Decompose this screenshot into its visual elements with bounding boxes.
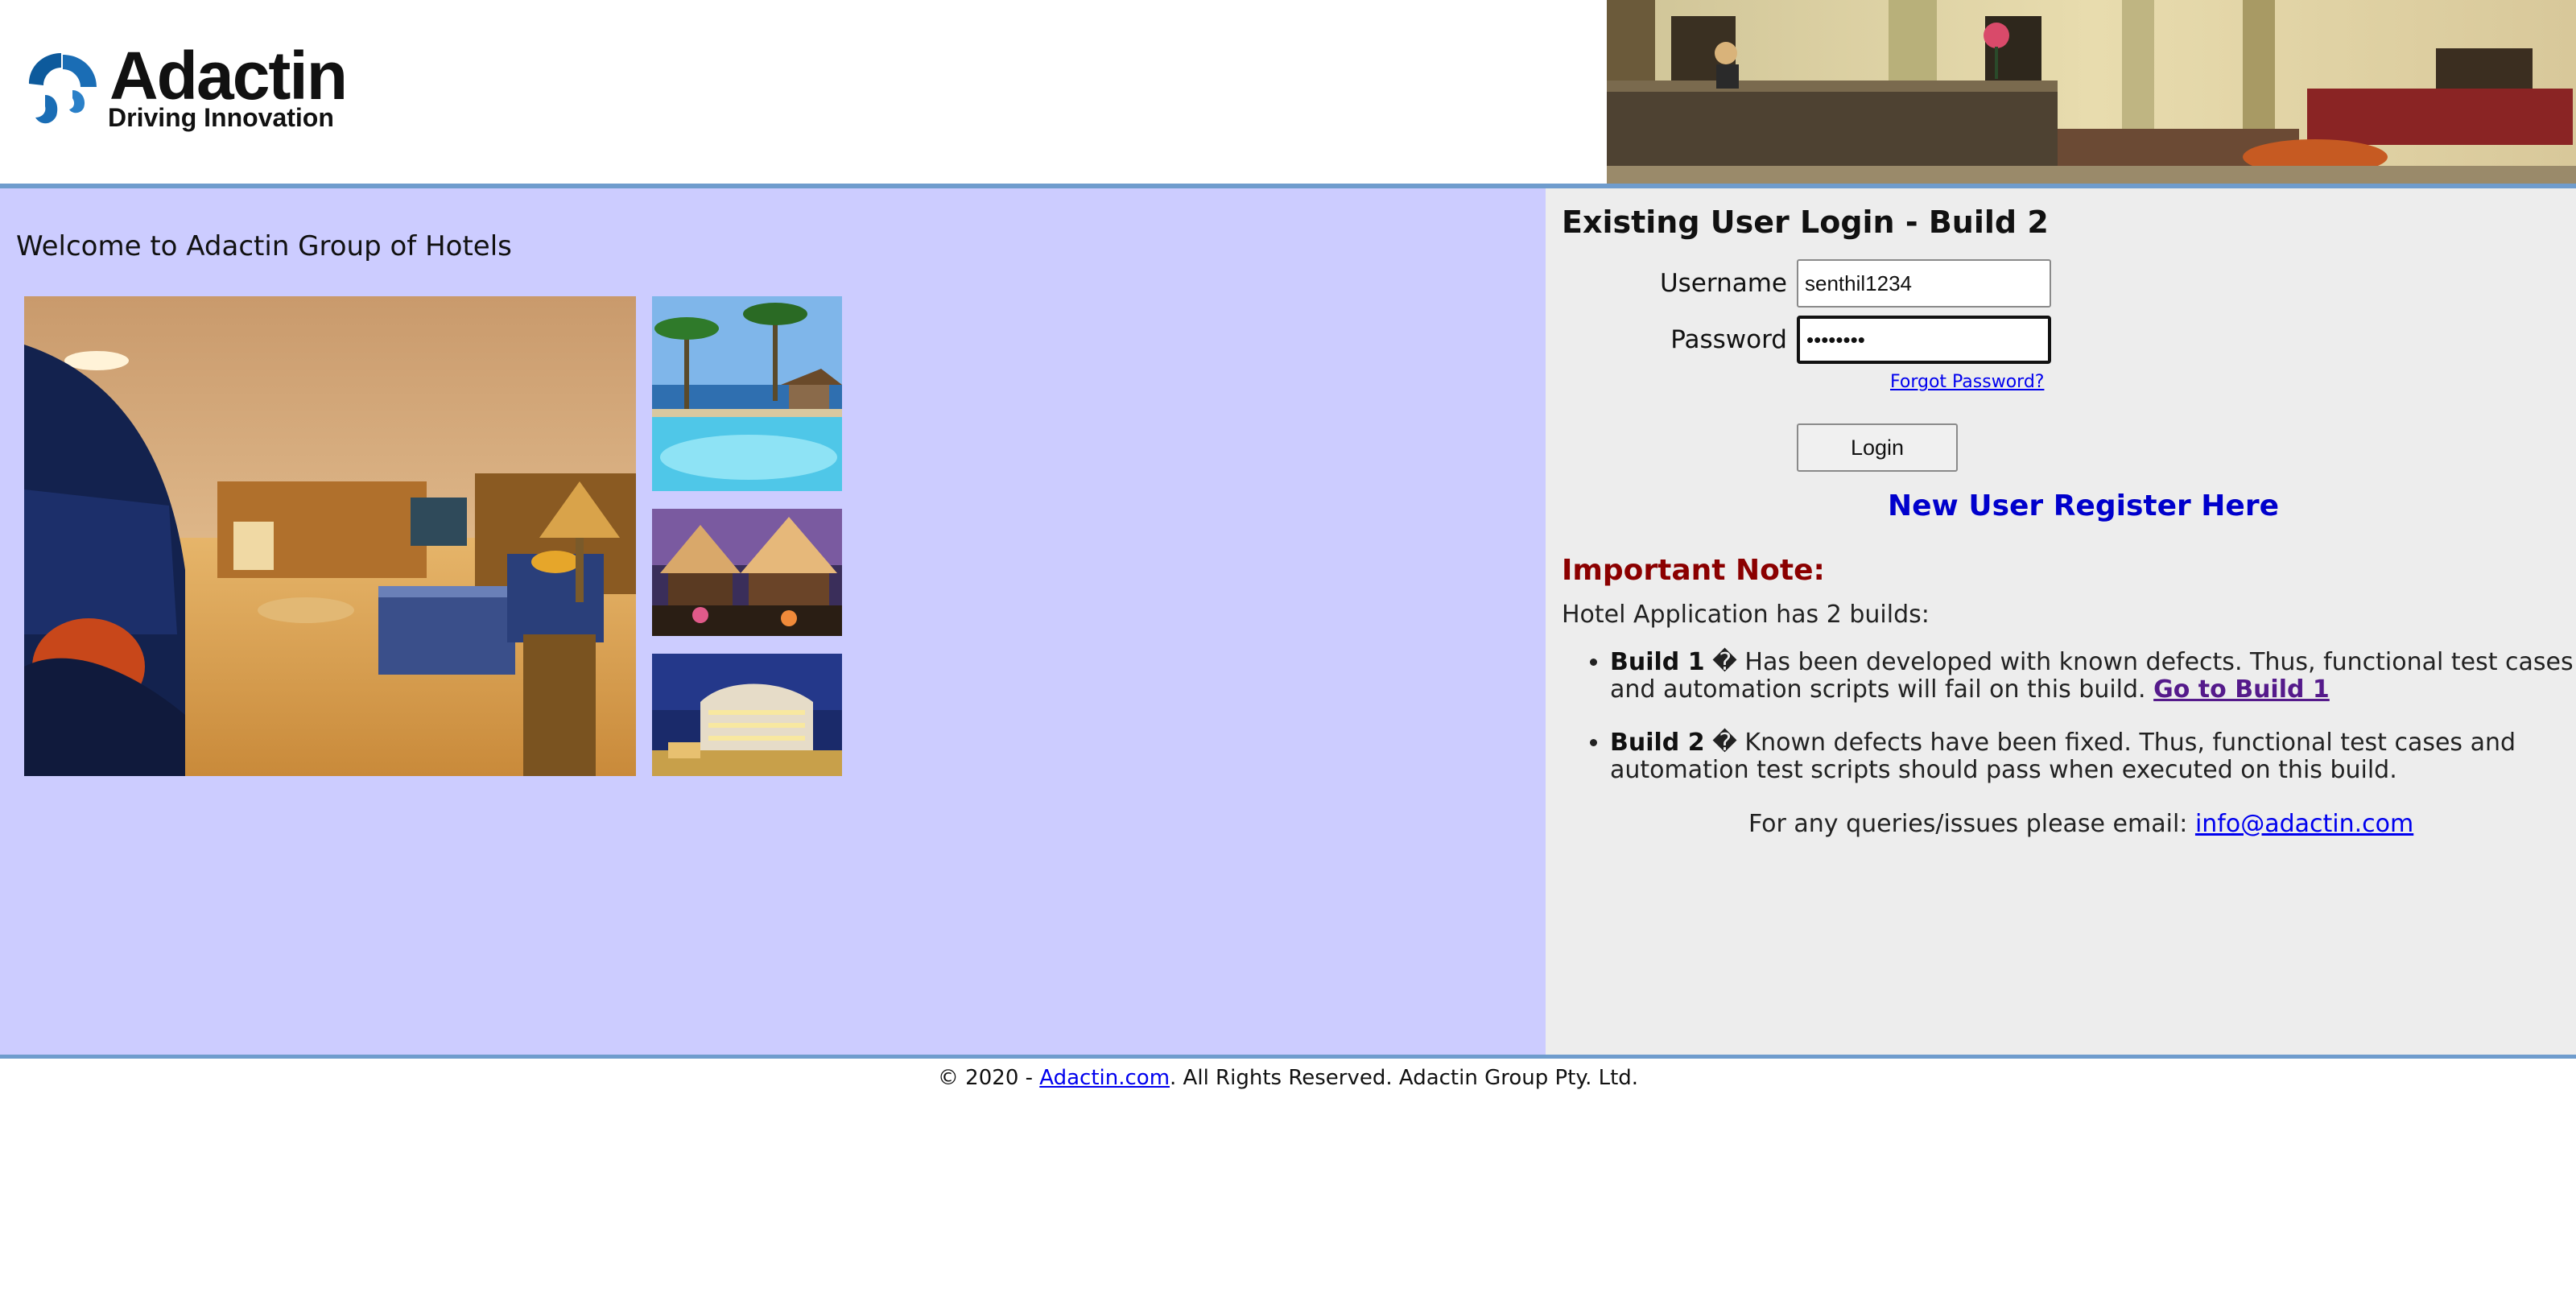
adactin-logo-icon [29, 53, 97, 124]
footer-prefix: © 2020 - [937, 1066, 1040, 1090]
welcome-panel: Welcome to Adactin Group of Hotels [0, 188, 1546, 1055]
builds-list: Build 1 � Has been developed with known … [1562, 649, 2576, 810]
username-input[interactable] [1797, 259, 2051, 308]
footer-suffix: . All Rights Reserved. Adactin Group Pty… [1170, 1066, 1639, 1090]
build1-description: � Has been developed with known defects.… [1610, 648, 2574, 704]
logo-title: Adactin [109, 38, 348, 114]
footer-site-link[interactable]: Adactin.com [1039, 1066, 1170, 1090]
build1-name: Build 1 [1610, 648, 1705, 676]
password-label: Password [1670, 325, 1787, 354]
login-panel: Existing User Login - Build 2 Username P… [1546, 188, 2576, 1055]
important-note-intro: Hotel Application has 2 builds: [1562, 601, 1930, 629]
build2-description: � Known defects have been fixed. Thus, f… [1610, 729, 2516, 784]
contact-line: For any queries/issues please email: inf… [1748, 810, 2413, 838]
list-item: Build 1 � Has been developed with known … [1610, 649, 2576, 704]
resort-pool-photo [652, 296, 842, 491]
adactin-logo: Adactin Driving Innovation [23, 38, 377, 135]
go-to-build1-link[interactable]: Go to Build 1 [2153, 675, 2330, 704]
build2-name: Build 2 [1610, 729, 1705, 757]
logo-subtitle: Driving Innovation [108, 103, 334, 132]
hotel-lobby-banner [1607, 0, 2576, 184]
forgot-password-link[interactable]: Forgot Password? [1890, 372, 2044, 392]
page-footer: © 2020 - Adactin.com. All Rights Reserve… [0, 1066, 2576, 1090]
important-note-heading: Important Note: [1562, 554, 1825, 587]
password-input[interactable] [1797, 316, 2051, 364]
footer-divider [0, 1055, 2576, 1059]
page-header: Adactin Driving Innovation [0, 0, 2576, 184]
username-label: Username [1659, 269, 1787, 298]
contact-email-link[interactable]: info@adactin.com [2195, 810, 2413, 838]
hotel-suite-photo [24, 296, 636, 776]
hotel-building-photo [652, 654, 842, 776]
contact-text: For any queries/issues please email: [1748, 810, 2195, 838]
welcome-heading: Welcome to Adactin Group of Hotels [16, 230, 512, 262]
login-title: Existing User Login - Build 2 [1562, 204, 2049, 240]
list-item: Build 2 � Known defects have been fixed.… [1610, 729, 2576, 784]
resort-tents-photo [652, 509, 842, 636]
login-button[interactable]: Login [1797, 423, 1958, 472]
register-link[interactable]: New User Register Here [1888, 489, 2279, 522]
